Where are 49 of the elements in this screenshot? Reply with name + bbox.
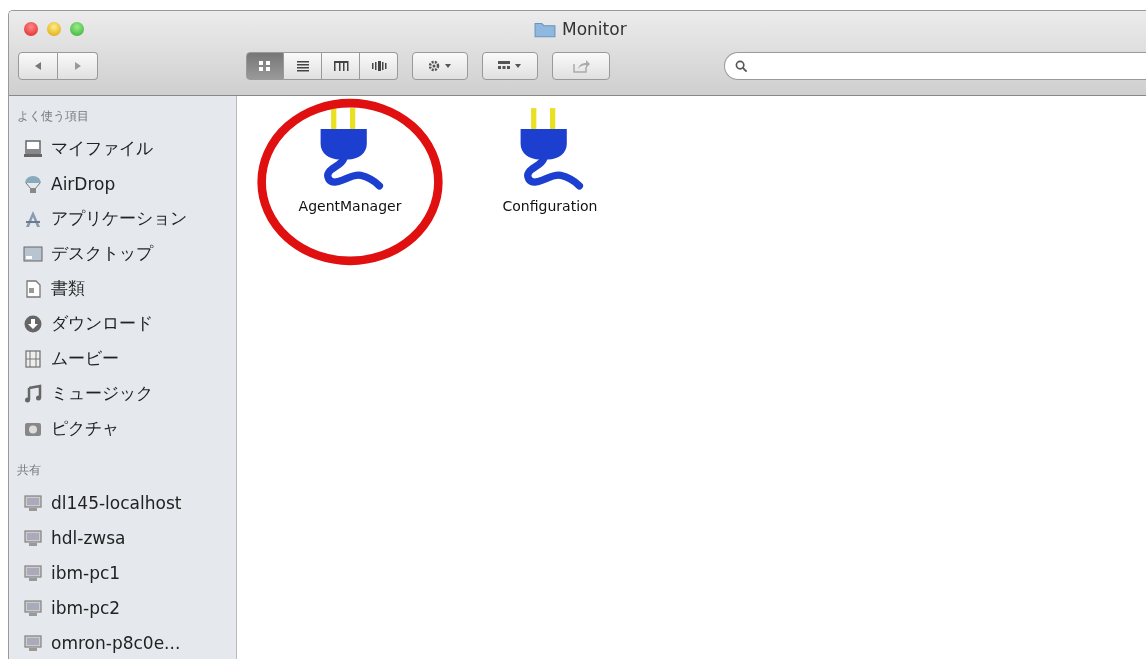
file-name: AgentManager [298, 198, 402, 214]
sidebar-item[interactable]: ibm-pc2 [9, 590, 236, 625]
sidebar-item[interactable]: ダウンロード [9, 306, 236, 341]
share-button[interactable] [552, 52, 610, 80]
sidebar-item[interactable]: ibm-pc1 [9, 555, 236, 590]
download-icon [23, 313, 43, 334]
grid-icon [257, 60, 273, 72]
icons-view-button[interactable] [246, 52, 284, 80]
cover-flow-icon [370, 60, 387, 72]
list-view-button[interactable] [284, 52, 322, 80]
forward-button[interactable] [58, 52, 98, 80]
sidebar-item[interactable]: ムービー [9, 341, 236, 376]
sidebar-heading: 共有 [16, 462, 42, 479]
list-icon [294, 60, 311, 72]
sidebar-item[interactable]: ミュージック [9, 376, 236, 411]
music-note-icon [23, 383, 43, 404]
parachute-icon [23, 173, 43, 194]
arrange-menu-button[interactable] [482, 52, 538, 80]
right-triangle-icon [72, 61, 83, 71]
share-icon [572, 59, 590, 73]
sidebar-item[interactable]: デスクトップ [9, 236, 236, 271]
monitor-icon [23, 492, 43, 513]
search-field[interactable] [724, 52, 1146, 80]
window-title: Monitor [562, 19, 627, 39]
folder-icon [534, 20, 556, 38]
action-menu-button[interactable] [412, 52, 468, 80]
sidebar-item[interactable]: dl145-localhost [9, 485, 236, 520]
columns-view-button[interactable] [322, 52, 360, 80]
sidebar-item[interactable]: アプリケーション [9, 201, 236, 236]
coverflow-view-button[interactable] [360, 52, 398, 80]
monitor-icon [23, 632, 43, 653]
columns-icon [332, 60, 349, 72]
sidebar-heading: よく使う項目 [16, 108, 90, 125]
sidebar-item[interactable]: 書類 [9, 271, 236, 306]
sidebar-item[interactable]: omron-p8c0e... [9, 625, 236, 659]
back-button[interactable] [18, 52, 58, 80]
monitor-icon [23, 527, 43, 548]
sidebar-item[interactable]: hdl-zwsa [9, 520, 236, 555]
sidebar-item[interactable]: AirDrop [9, 166, 236, 201]
film-icon [23, 348, 43, 369]
file-name: Configuration [502, 198, 598, 214]
sidebar-item[interactable]: ピクチャ [9, 411, 236, 446]
monitor-icon [23, 562, 43, 583]
sidebar-item[interactable]: マイファイル [9, 131, 236, 166]
left-triangle-icon [33, 61, 43, 71]
gear-icon [427, 59, 453, 73]
close-button[interactable] [24, 22, 38, 36]
monitor-icon [23, 597, 43, 618]
search-icon [735, 59, 748, 73]
